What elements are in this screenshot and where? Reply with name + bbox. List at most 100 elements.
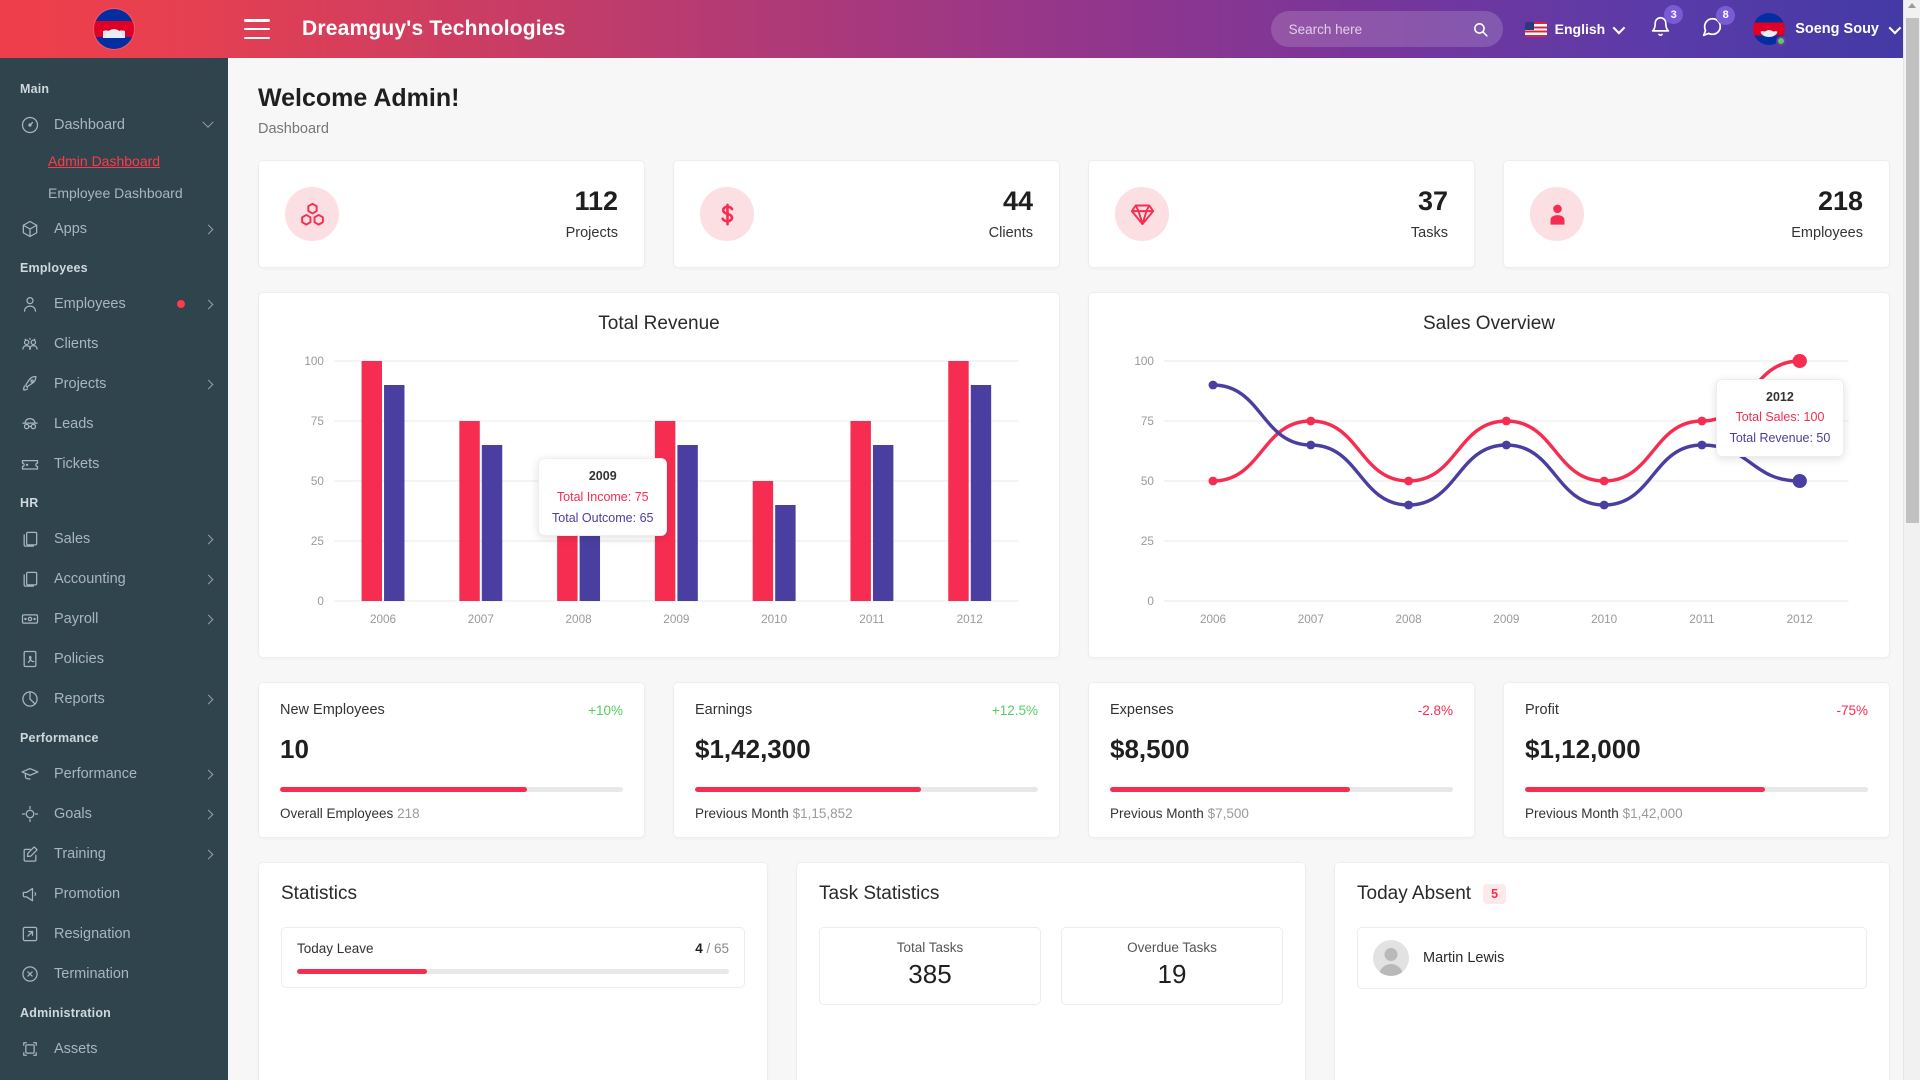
sidebar-item-accounting[interactable]: Accounting (0, 559, 228, 599)
sidebar-section-title: Administration (0, 994, 228, 1029)
stat-card-projects[interactable]: 112Projects (258, 160, 645, 268)
kpi-value: $8,500 (1110, 734, 1453, 765)
task-statistics-title: Task Statistics (819, 883, 1283, 905)
kpi-footer-label: Previous Month (1525, 806, 1619, 821)
svg-text:2007: 2007 (1298, 613, 1324, 626)
sidebar-item-tickets[interactable]: Tickets (0, 444, 228, 484)
page-title: Welcome Admin! (258, 84, 1890, 113)
chart-title: Total Revenue (281, 313, 1037, 335)
sidebar-subitem-employee-dashboard[interactable]: Employee Dashboard (0, 177, 228, 209)
search-input[interactable] (1289, 22, 1472, 37)
sidebar-item-employees[interactable]: Employees (0, 284, 228, 324)
svg-text:75: 75 (311, 415, 324, 428)
sidebar-item-performance[interactable]: Performance (0, 754, 228, 794)
sidebar-item-label: Tickets (54, 456, 212, 472)
kpi-card-profit: Profit-75%$1,12,000Previous Month $1,42,… (1503, 682, 1890, 838)
sidebar-item-policies[interactable]: Policies (0, 639, 228, 679)
money-icon (20, 609, 40, 629)
svg-text:2012: 2012 (1787, 613, 1813, 626)
stat-card-tasks[interactable]: 37Tasks (1088, 160, 1475, 268)
person-icon (1530, 187, 1584, 241)
kpi-footer: Overall Employees 218 (280, 806, 623, 821)
absent-list-item[interactable]: Martin Lewis (1357, 927, 1867, 989)
svg-text:2010: 2010 (1591, 613, 1617, 626)
sidebar-item-sales[interactable]: Sales (0, 519, 228, 559)
today-absent-card: Today Absent 5 Martin Lewis (1334, 862, 1890, 1080)
stat-card-employees[interactable]: 218Employees (1503, 160, 1890, 268)
sidebar-item-label: Employees (54, 296, 163, 312)
message-badge: 8 (1716, 6, 1735, 25)
sidebar-item-payroll[interactable]: Payroll (0, 599, 228, 639)
search-box[interactable] (1271, 11, 1503, 47)
svg-text:0: 0 (317, 595, 324, 608)
stat-label: Projects (566, 225, 618, 241)
sidebar-item-reports[interactable]: Reports (0, 679, 228, 719)
chevron-down-icon (202, 117, 213, 128)
megaphone-icon (20, 884, 40, 904)
kpi-cards-row: New Employees+10%10Overall Employees 218… (258, 682, 1890, 838)
chevron-right-icon (204, 224, 214, 234)
sidebar[interactable]: MainDashboardAdmin DashboardEmployee Das… (0, 58, 228, 1080)
sidebar-item-assets[interactable]: Assets (0, 1029, 228, 1069)
sidebar-item-dashboard[interactable]: Dashboard (0, 105, 228, 145)
sidebar-item-clients[interactable]: Clients (0, 324, 228, 364)
sidebar-item-training[interactable]: Training (0, 834, 228, 874)
sidebar-section-title: HR (0, 484, 228, 519)
search-icon[interactable] (1472, 21, 1489, 38)
sidebar-item-projects[interactable]: Projects (0, 364, 228, 404)
svg-text:100: 100 (304, 355, 324, 368)
svg-text:50: 50 (1141, 475, 1154, 488)
sidebar-item-leads[interactable]: Leads (0, 404, 228, 444)
kpi-footer: Previous Month $1,15,852 (695, 806, 1038, 821)
kpi-footer-label: Previous Month (1110, 806, 1204, 821)
avatar (1373, 940, 1409, 976)
chevron-right-icon (204, 769, 214, 779)
sidebar-subitem-admin-dashboard[interactable]: Admin Dashboard (0, 145, 228, 177)
sidebar-toggle-button[interactable] (244, 19, 270, 39)
target-icon (20, 804, 40, 824)
chevron-down-icon (1613, 21, 1626, 34)
stat-label: Clients (989, 225, 1033, 241)
logo[interactable] (0, 0, 228, 58)
kpi-progress-bar (695, 787, 1038, 792)
diamond-icon (1115, 187, 1169, 241)
stat-label: Employees (1791, 225, 1863, 241)
chart-title: Sales Overview (1111, 313, 1867, 335)
svg-text:2008: 2008 (1396, 613, 1422, 626)
kpi-change: -75% (1836, 703, 1868, 718)
statistics-title: Statistics (281, 883, 745, 905)
scrollbar-thumb[interactable] (1906, 18, 1919, 523)
kpi-change: +12.5% (992, 703, 1038, 718)
bar-chart[interactable]: 0255075100200620072008200920102011201220… (281, 339, 1037, 645)
stat-card-clients[interactable]: 44Clients (673, 160, 1060, 268)
sidebar-item-termination[interactable]: Termination (0, 954, 228, 994)
language-selector[interactable]: English (1525, 21, 1623, 37)
page-scrollbar[interactable] (1903, 0, 1920, 1080)
svg-text:2009: 2009 (1493, 613, 1519, 626)
sidebar-item-goals[interactable]: Goals (0, 794, 228, 834)
svg-text:2009: 2009 (663, 613, 689, 626)
sidebar-item-jobs[interactable]: Jobs (0, 1069, 228, 1080)
kpi-card-expenses: Expenses-2.8%$8,500Previous Month $7,500 (1088, 682, 1475, 838)
sidebar-item-label: Termination (54, 966, 212, 982)
sidebar-item-apps[interactable]: Apps (0, 209, 228, 249)
line-chart[interactable]: 0255075100200620072008200920102011201220… (1111, 339, 1867, 645)
sidebar-item-label: Payroll (54, 611, 191, 627)
task-box-total-tasks: Total Tasks385 (819, 927, 1041, 1005)
sidebar-item-label: Clients (54, 336, 212, 352)
notifications-button[interactable]: 3 (1650, 15, 1671, 43)
sidebar-item-resignation[interactable]: Resignation (0, 914, 228, 954)
scroll-up-arrow-icon[interactable] (1908, 3, 1916, 8)
sidebar-item-promotion[interactable]: Promotion (0, 874, 228, 914)
speedometer-icon (20, 115, 40, 135)
svg-text:75: 75 (1141, 415, 1154, 428)
kpi-card-new-employees: New Employees+10%10Overall Employees 218 (258, 682, 645, 838)
pdf-icon (20, 649, 40, 669)
svg-text:25: 25 (1141, 535, 1154, 548)
sidebar-item-label: Goals (54, 806, 191, 822)
task-box-value: 385 (820, 959, 1040, 990)
kpi-footer: Previous Month $1,42,000 (1525, 806, 1868, 821)
boxes-icon (285, 187, 339, 241)
user-menu[interactable]: Soeng Souy (1753, 13, 1898, 45)
messages-button[interactable]: 8 (1701, 16, 1723, 43)
